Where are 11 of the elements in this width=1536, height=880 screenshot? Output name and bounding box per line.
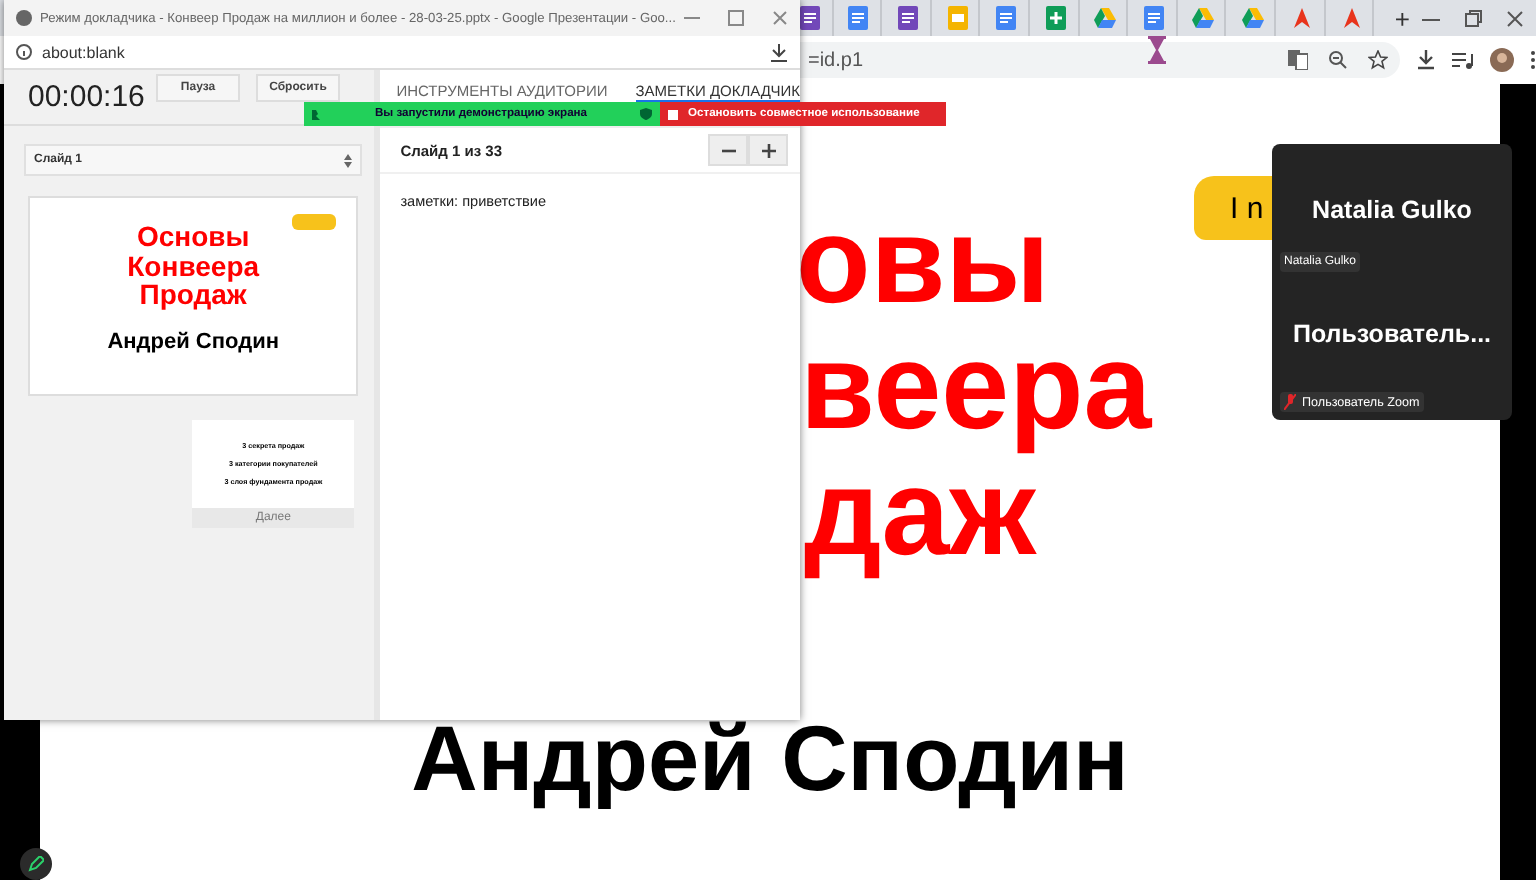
slide-title: Основы Конвеера Продаж [127, 222, 260, 311]
address-bar[interactable]: =id.p1 [796, 42, 1400, 78]
new-tab-button[interactable]: + [1394, 3, 1410, 33]
slide-title: даж [804, 452, 1036, 574]
url-text[interactable]: about:blank [42, 43, 760, 61]
slide-author: Андрей Сподин [107, 330, 279, 355]
slide-title: овы [796, 200, 1050, 322]
participant-name: Natalia Gulko [1312, 196, 1472, 224]
participant-name: Пользователь... [1292, 320, 1492, 348]
slide-author: Андрей Сподин [409, 704, 1131, 812]
timer: 00:00:16 [28, 80, 140, 114]
